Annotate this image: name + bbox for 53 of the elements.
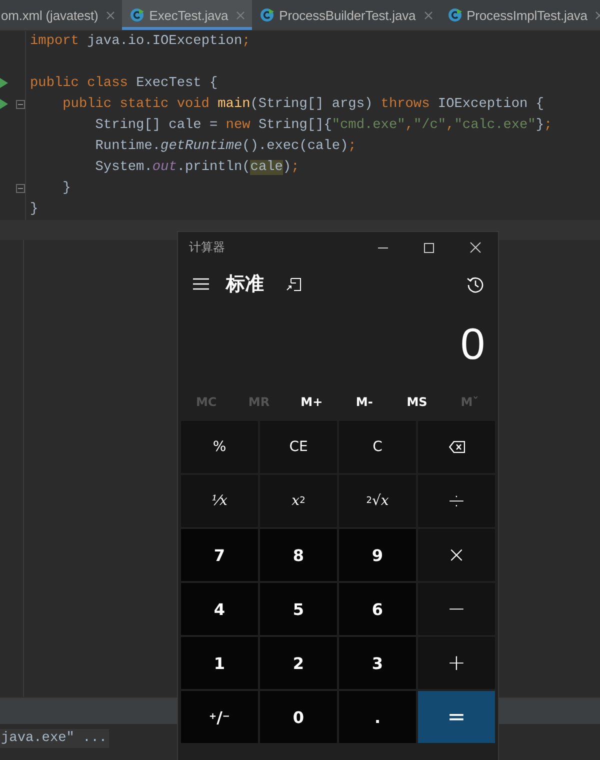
calculator-key[interactable]: × [418,529,495,581]
code-line: System.out.println(cale); [94,159,300,177]
calculator-key[interactable]: % [181,421,258,473]
calculator-key[interactable]: 1 [181,637,258,689]
memory-button[interactable]: MS [390,385,444,419]
calculator-key[interactable]: 3 [339,637,416,689]
class-file-icon [448,8,462,22]
maximize-icon [424,242,434,252]
calculator-key[interactable]: 9 [339,529,416,581]
close-icon [470,242,480,253]
calculator-key[interactable]: + [418,637,495,689]
calculator-key[interactable]: 0 [260,691,337,743]
editor-tab[interactable]: ProcessBuilderTest.java [252,0,440,30]
calculator-key[interactable]: 6 [339,583,416,635]
calculator-key[interactable]: ÷ [418,475,495,527]
calculator-key[interactable]: 4 [181,583,258,635]
console-text: java.exe" ... [0,729,110,748]
calculator-key[interactable]: x$^{2}$ [260,475,337,527]
calculator-key[interactable]: ⅟x [181,475,258,527]
editor-tab[interactable]: ProcessImplTest.java [440,0,600,30]
close-icon [236,10,246,20]
calculator-key[interactable]: 2 [260,637,337,689]
calculator-key[interactable]: 8 [260,529,337,581]
class-file-icon [260,8,274,22]
calculator-key[interactable]: − [418,583,495,635]
calculator-key[interactable]: $^{2}$√x [339,475,416,527]
history-icon [466,276,484,292]
calculator-key[interactable]: CE [260,421,337,473]
editor-tab[interactable]: om.xml (javatest) [0,0,122,30]
calculator-key[interactable]: C [339,421,416,473]
calculator-key[interactable]: . [339,691,416,743]
memory-button[interactable]: M+ [285,385,338,419]
code-line: } [62,180,71,198]
calculator-key[interactable]: 5 [260,583,337,635]
code-line: public static void main(String[] args) throws IOException { [62,96,544,114]
code-line: public class ExecTest { [30,75,218,93]
menu-icon [193,278,209,290]
code-line: import java.io.IOException; [30,33,250,51]
close-icon [106,10,116,20]
close-icon [424,10,433,20]
display-value: 0 [460,320,485,370]
backspace-icon [448,441,464,453]
class-file-icon [130,8,144,22]
calculator-key[interactable]: 7 [181,529,258,581]
memory-button[interactable]: M- [338,385,391,419]
calculator-key[interactable]: = [418,691,495,743]
editor-tab[interactable]: ExecTest.java [122,0,252,30]
keep-on-top-icon [286,278,300,290]
window-title: 计算器 [189,239,226,256]
mode-title: 标准 [226,272,264,297]
code-line: Runtime.getRuntime().exec(cale); [94,138,356,156]
code-line: String[] cale = new String[]{"cmd.exe","/c","calc.exe"}; [94,117,552,135]
code-line: } [30,201,38,219]
